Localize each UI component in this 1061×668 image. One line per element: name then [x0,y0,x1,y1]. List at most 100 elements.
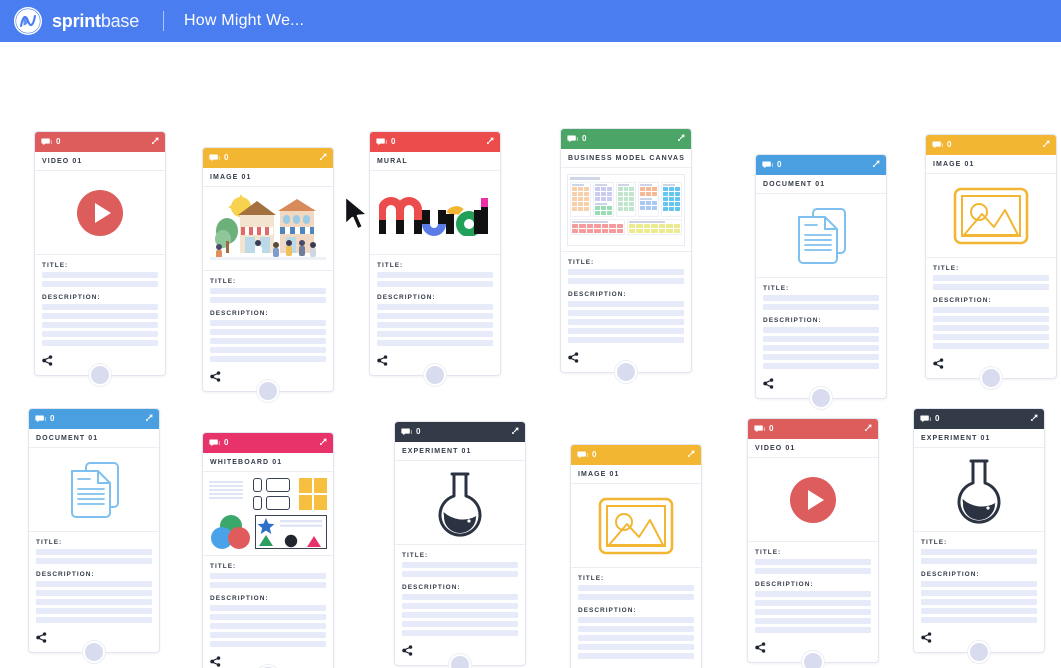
add-card-handle[interactable] [968,641,990,663]
title-input-line[interactable] [568,269,684,275]
comment-bubble-icon[interactable] [762,160,773,171]
description-input-line[interactable] [210,320,326,326]
share-icon[interactable] [568,352,579,363]
add-card-handle[interactable] [89,364,111,386]
title-input-line[interactable] [210,297,326,303]
description-input-line[interactable] [210,614,326,620]
description-input-line[interactable] [921,608,1037,614]
card-document-01-b[interactable]: 0 DOCUMENT 01 TITLE: DESCRIPTION: [28,408,160,663]
comment-control[interactable]: 0 [209,153,228,164]
description-input-line[interactable] [763,327,879,333]
title-input-line[interactable] [402,571,518,577]
description-input-line[interactable] [210,356,326,362]
title-input-line[interactable] [36,549,152,555]
comment-bubble-icon[interactable] [567,134,578,145]
description-input-line[interactable] [763,345,879,351]
card-thumbnail[interactable] [35,171,165,255]
brand-wordmark[interactable]: sprintbase [52,11,139,32]
card-thumbnail[interactable] [926,174,1056,258]
comment-control[interactable]: 0 [920,414,939,425]
card-experiment-01-a[interactable]: 0 EXPERIMENT 01 TITLE: DESCRIPTION: [394,421,526,668]
description-input-line[interactable] [578,635,694,641]
description-input-line[interactable] [568,310,684,316]
description-input-line[interactable] [921,581,1037,587]
description-input-line[interactable] [377,304,493,310]
comment-control[interactable]: 0 [754,424,773,435]
description-input-line[interactable] [377,340,493,346]
title-input-line[interactable] [921,558,1037,564]
card-document-01-a[interactable]: 0 DOCUMENT 01 TITLE: DESCRIPTION: [755,154,887,409]
description-input-line[interactable] [755,591,871,597]
card-thumbnail[interactable] [203,472,333,556]
share-icon[interactable] [921,632,932,643]
comment-bubble-icon[interactable] [754,424,765,435]
card-whiteboard-01[interactable]: 0 WHITEBOARD 01 TITLE: DESCRIPTION: [202,432,334,668]
description-input-line[interactable] [402,630,518,636]
card-thumbnail[interactable] [748,458,878,542]
card-video-01-b[interactable]: 0 VIDEO 01 TITLE: DESCRIPTION: [747,418,879,668]
expand-diagonal-icon[interactable] [508,427,519,438]
description-input-line[interactable] [933,343,1049,349]
card-thumbnail[interactable] [571,484,701,568]
comment-bubble-icon[interactable] [920,414,931,425]
description-input-line[interactable] [568,319,684,325]
card-image-01-b[interactable]: 0 IMAGE 01 TITLE: DESCRIPTION: [925,134,1057,389]
expand-diagonal-icon[interactable] [148,137,159,148]
expand-diagonal-icon[interactable] [142,414,153,425]
add-card-handle[interactable] [802,651,824,668]
description-input-line[interactable] [42,340,158,346]
add-card-handle[interactable] [810,387,832,409]
description-input-line[interactable] [42,304,158,310]
description-input-line[interactable] [921,590,1037,596]
description-input-line[interactable] [763,336,879,342]
add-card-handle[interactable] [615,361,637,383]
comment-bubble-icon[interactable] [577,450,588,461]
expand-diagonal-icon[interactable] [483,137,494,148]
title-input-line[interactable] [36,558,152,564]
title-input-line[interactable] [377,272,493,278]
description-input-line[interactable] [210,641,326,647]
description-input-line[interactable] [755,618,871,624]
title-input-line[interactable] [568,278,684,284]
title-input-line[interactable] [210,288,326,294]
comment-control[interactable]: 0 [932,140,951,151]
description-input-line[interactable] [36,608,152,614]
title-input-line[interactable] [210,582,326,588]
comment-control[interactable]: 0 [577,450,596,461]
comment-bubble-icon[interactable] [932,140,943,151]
play-button-icon[interactable] [77,189,123,236]
comment-bubble-icon[interactable] [41,137,52,148]
description-input-line[interactable] [210,329,326,335]
title-input-line[interactable] [755,568,871,574]
description-input-line[interactable] [402,603,518,609]
description-input-line[interactable] [763,363,879,369]
comment-control[interactable]: 0 [35,414,54,425]
card-thumbnail[interactable] [756,194,886,278]
description-input-line[interactable] [933,307,1049,313]
description-input-line[interactable] [210,632,326,638]
description-input-line[interactable] [578,617,694,623]
description-input-line[interactable] [568,301,684,307]
comment-control[interactable]: 0 [567,134,586,145]
card-video-01-a[interactable]: 0 VIDEO 01 TITLE: DESCRIPTION: [34,131,166,386]
card-thumbnail[interactable] [203,187,333,271]
share-icon[interactable] [36,632,47,643]
description-input-line[interactable] [933,316,1049,322]
title-input-line[interactable] [933,284,1049,290]
description-input-line[interactable] [578,626,694,632]
description-input-line[interactable] [933,325,1049,331]
description-input-line[interactable] [36,617,152,623]
description-input-line[interactable] [210,605,326,611]
comment-bubble-icon[interactable] [209,153,220,164]
comment-bubble-icon[interactable] [376,137,387,148]
description-input-line[interactable] [42,331,158,337]
description-input-line[interactable] [402,594,518,600]
card-image-01-a[interactable]: 0 IMAGE 01 TITLE: DESCRIPTION: [202,147,334,402]
description-input-line[interactable] [933,334,1049,340]
share-icon[interactable] [210,371,221,382]
title-input-line[interactable] [377,281,493,287]
description-input-line[interactable] [210,623,326,629]
expand-diagonal-icon[interactable] [1027,414,1038,425]
add-card-handle[interactable] [449,654,471,668]
card-business-canvas[interactable]: 0 BUSINESS MODEL CANVAS TITLE: DESCRIPTION: [560,128,692,383]
